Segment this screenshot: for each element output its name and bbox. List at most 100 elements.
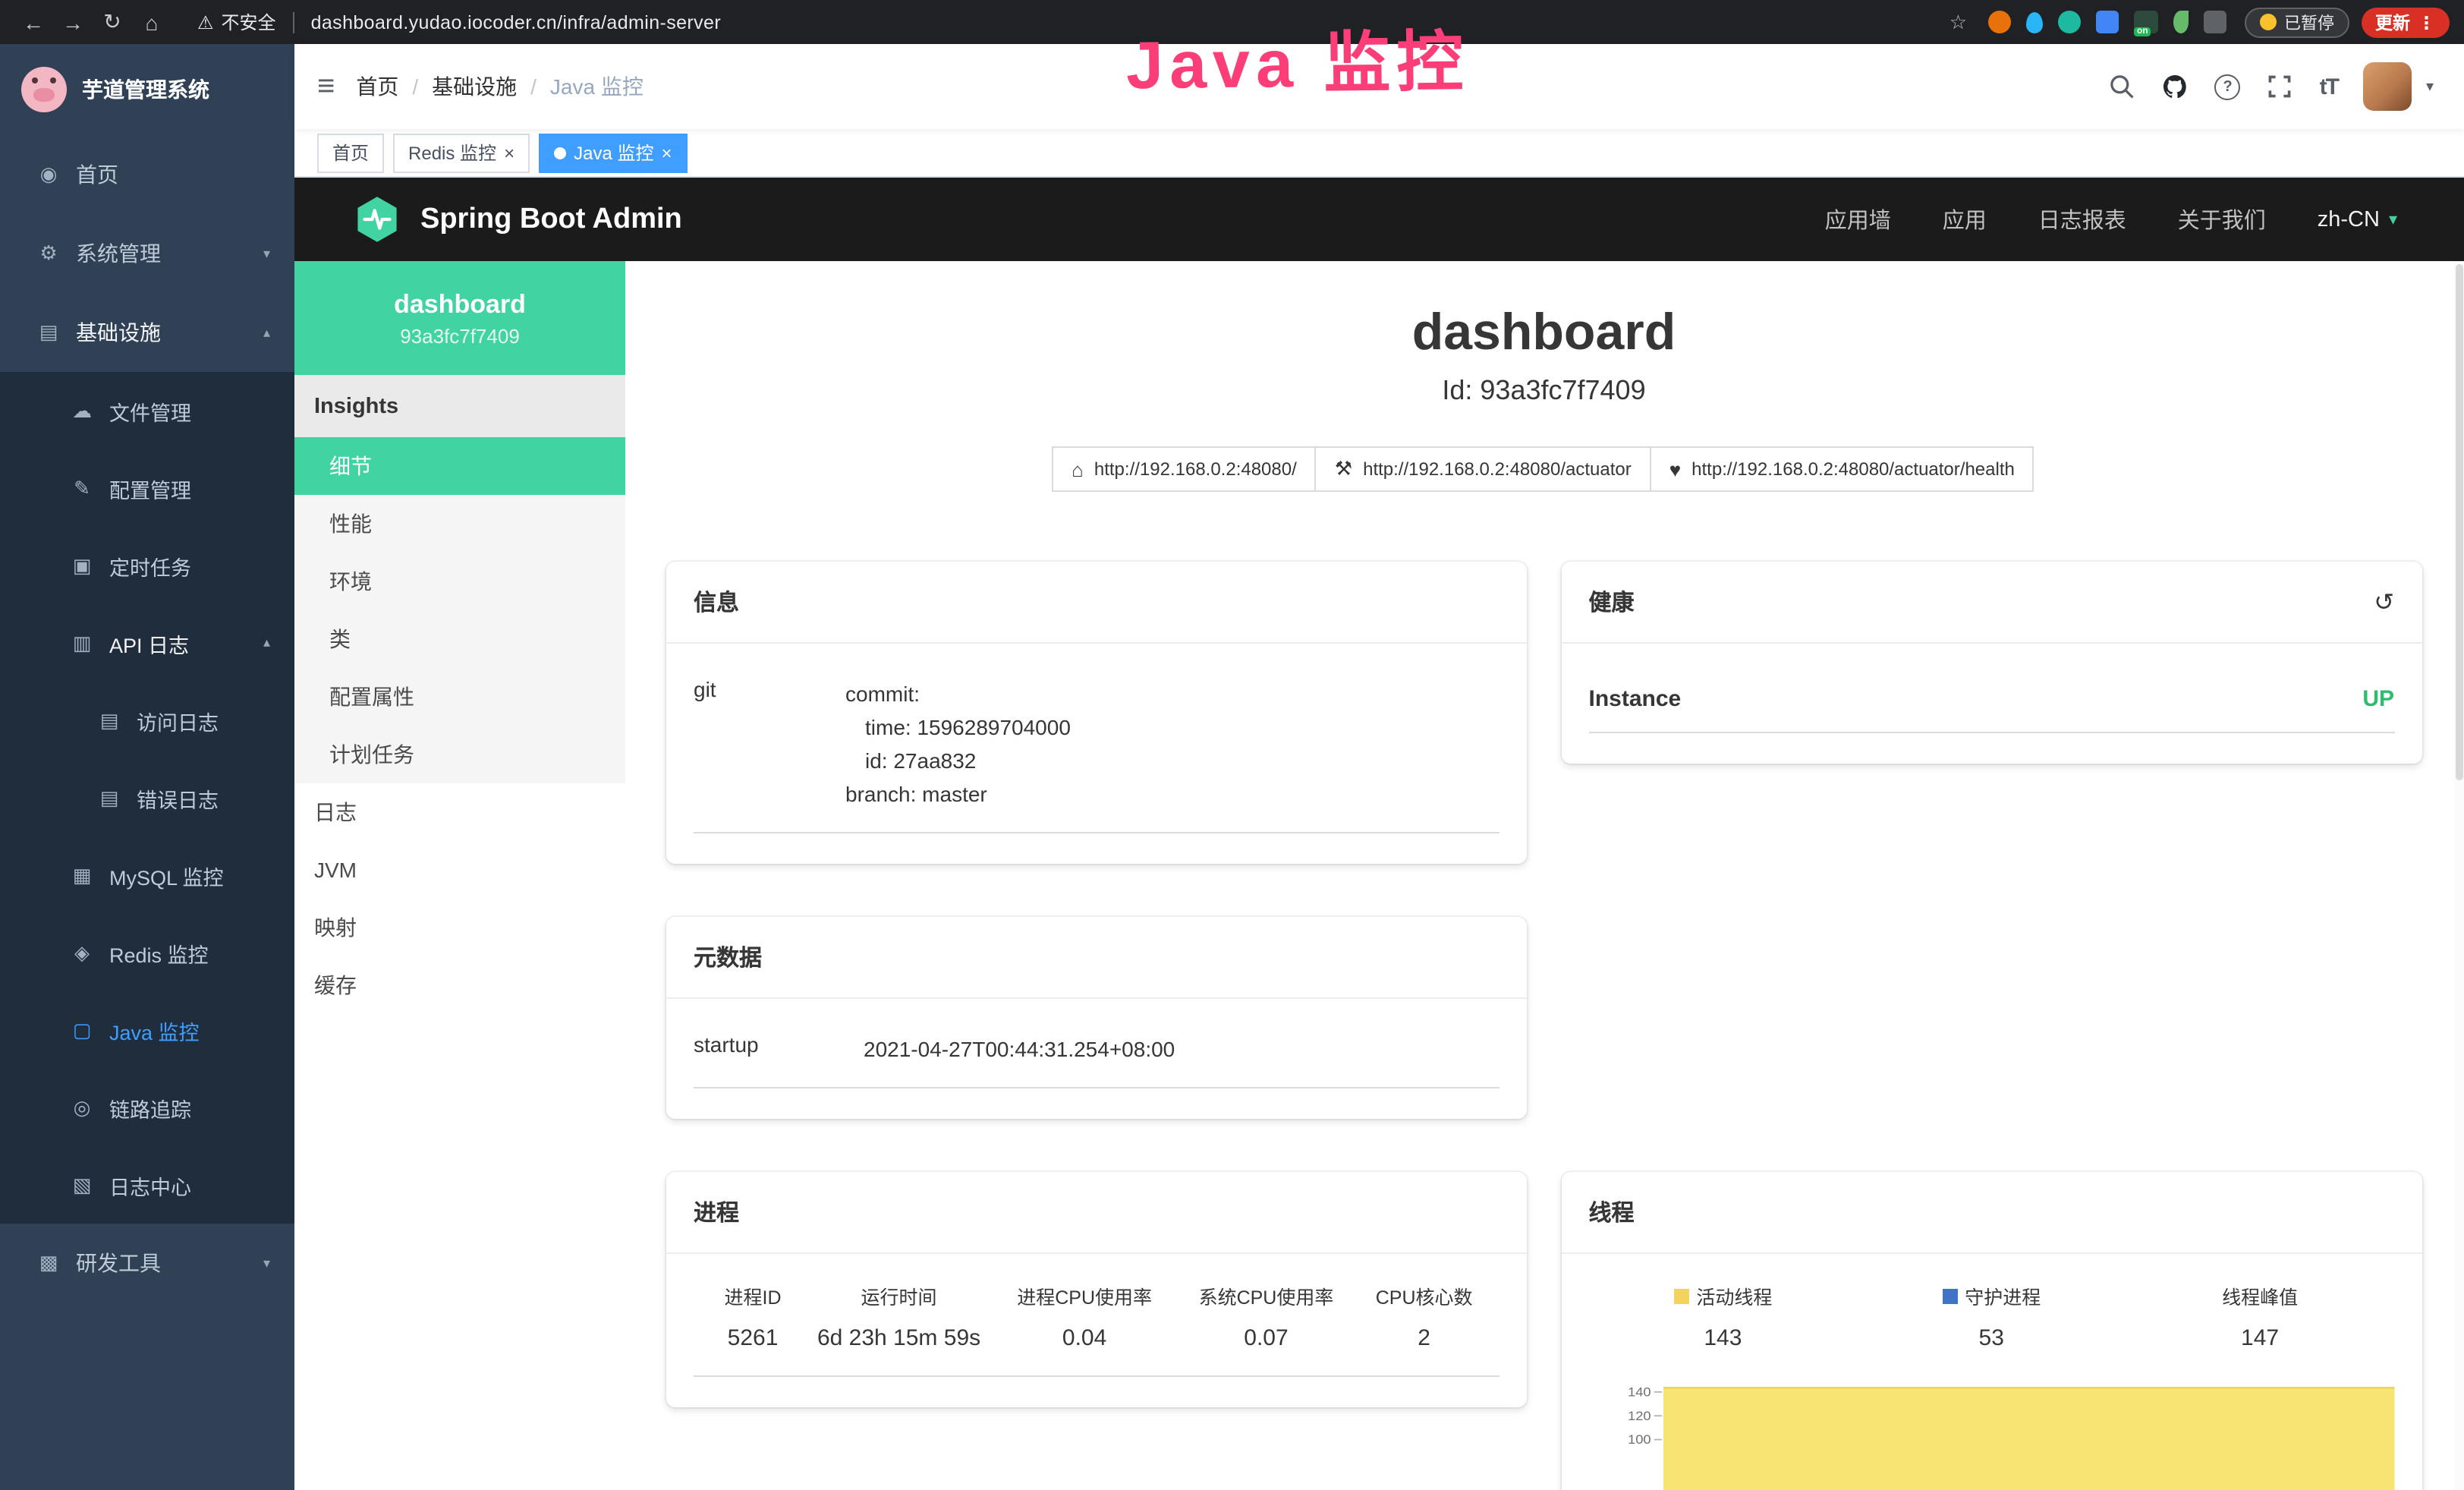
- sidebar-item-tracing[interactable]: ◎ 链路追踪: [0, 1069, 294, 1146]
- extension-icon-teal[interactable]: [2058, 11, 2081, 33]
- sidebar-item-dev-tools[interactable]: ▩ 研发工具 ▾: [0, 1224, 294, 1303]
- svg-text:140: 140: [1628, 1384, 1651, 1399]
- extension-icon-leaf[interactable]: [2173, 11, 2189, 33]
- tags-view: 首页 Redis 监控 × Java 监控 ×: [294, 129, 2464, 178]
- instance-home-link[interactable]: ⌂ http://192.168.0.2:48080/: [1052, 446, 1317, 492]
- home-icon[interactable]: ⌂: [134, 10, 170, 34]
- bookmark-star-icon[interactable]: ☆: [1949, 10, 1967, 34]
- app-logo[interactable]: 芋道管理系统: [0, 44, 294, 135]
- link-url: http://192.168.0.2:48080/: [1094, 458, 1297, 480]
- extension-icon-puzzle[interactable]: [2204, 11, 2226, 33]
- font-size-icon[interactable]: tT: [2320, 74, 2338, 99]
- reload-icon[interactable]: ↻: [94, 9, 131, 35]
- sba-nav-applications[interactable]: 应用: [1943, 203, 1987, 235]
- sidebar-item-config-management[interactable]: ✎ 配置管理: [0, 449, 294, 527]
- sidebar-item-file-management[interactable]: ☁ 文件管理: [0, 372, 294, 449]
- sba-item-logs[interactable]: 日志: [294, 783, 625, 841]
- instance-id: 93a3fc7f7409: [400, 324, 520, 347]
- chevron-up-icon: ▴: [263, 324, 270, 341]
- fullscreen-icon[interactable]: [2267, 73, 2294, 100]
- chevron-down-icon[interactable]: ▾: [2426, 78, 2434, 95]
- instance-actuator-link[interactable]: ⚒ http://192.168.0.2:48080/actuator: [1315, 446, 1651, 492]
- breadcrumb-home[interactable]: 首页: [356, 71, 398, 102]
- chevron-up-icon: ▴: [263, 635, 270, 651]
- sba-instance-header[interactable]: dashboard 93a3fc7f7409: [294, 261, 625, 375]
- sidebar-item-error-log[interactable]: ▤ 错误日志: [0, 759, 294, 836]
- sidebar-item-home[interactable]: ◉ 首页: [0, 135, 294, 214]
- security-chip[interactable]: ⚠ 不安全: [197, 9, 276, 35]
- tab-java-monitor[interactable]: Java 监控 ×: [539, 133, 687, 172]
- github-icon[interactable]: [2162, 73, 2189, 100]
- tab-home[interactable]: 首页: [317, 133, 384, 172]
- extension-icon-on-switch[interactable]: on: [2134, 11, 2158, 33]
- history-icon[interactable]: ↺: [2374, 587, 2394, 617]
- security-label: 不安全: [222, 9, 276, 35]
- extension-icon-blue-grid[interactable]: [2096, 11, 2119, 33]
- divider: [293, 11, 294, 33]
- sba-item-mappings[interactable]: 映射: [294, 899, 625, 956]
- smiley-icon: [2260, 14, 2277, 30]
- sba-menu: 应用墙 应用 日志报表 关于我们 zh-CN ▾: [1825, 203, 2397, 235]
- link-url: http://192.168.0.2:48080/actuator/health: [1691, 458, 2015, 480]
- trace-icon: ◎: [70, 1095, 94, 1120]
- sidebar-item-scheduled-tasks[interactable]: ▣ 定时任务: [0, 527, 294, 604]
- col-header: 系统CPU使用率: [1183, 1281, 1349, 1310]
- log-icon: ▥: [70, 631, 94, 655]
- svg-text:100: 100: [1628, 1432, 1651, 1447]
- info-card-title: 信息: [666, 562, 1527, 644]
- user-avatar[interactable]: [2364, 62, 2412, 111]
- close-icon[interactable]: ×: [504, 143, 515, 162]
- legend-swatch-blue: [1942, 1288, 1957, 1303]
- sidebar-item-mysql-monitor[interactable]: ▦ MySQL 监控: [0, 836, 294, 914]
- sidebar-item-infrastructure[interactable]: ▤ 基础设施 ▴: [0, 293, 294, 372]
- breadcrumb-infrastructure[interactable]: 基础设施: [432, 71, 517, 102]
- tab-redis-monitor[interactable]: Redis 监控 ×: [393, 133, 530, 172]
- health-instance-row[interactable]: Instance UP: [1589, 686, 2395, 733]
- scrollbar-track[interactable]: [2453, 261, 2464, 1490]
- update-label: 更新: [2375, 10, 2410, 34]
- paused-badge[interactable]: 已暂停: [2245, 7, 2349, 37]
- breadcrumb-current: Java 监控: [550, 71, 644, 102]
- sba-locale-selector[interactable]: zh-CN ▾: [2318, 207, 2397, 232]
- close-icon[interactable]: ×: [661, 143, 672, 162]
- cell-value: 0.07: [1183, 1325, 1349, 1351]
- sba-nav-wallboard[interactable]: 应用墙: [1825, 203, 1891, 235]
- extension-icon-orange[interactable]: [1988, 11, 2011, 33]
- cell-value: 143: [1589, 1325, 1858, 1351]
- process-card-title: 进程: [666, 1172, 1527, 1254]
- sba-nav-journal[interactable]: 日志报表: [2038, 203, 2126, 235]
- back-icon[interactable]: ←: [15, 10, 52, 34]
- breadcrumb: 首页 / 基础设施 / Java 监控: [356, 71, 644, 102]
- sba-item-environment[interactable]: 环境: [294, 553, 625, 610]
- sba-nav-about[interactable]: 关于我们: [2178, 203, 2266, 235]
- sba-item-classes[interactable]: 类: [294, 610, 625, 668]
- sba-item-config-props[interactable]: 配置属性: [294, 668, 625, 726]
- sidebar-item-api-log[interactable]: ▥ API 日志 ▴: [0, 604, 294, 682]
- sba-item-jvm[interactable]: JVM: [294, 841, 625, 899]
- scrollbar-thumb[interactable]: [2455, 264, 2462, 780]
- address-bar[interactable]: dashboard.yudao.iocoder.cn/infra/admin-s…: [311, 11, 722, 33]
- tools-icon: ▩: [36, 1251, 61, 1275]
- sba-main-content: dashboard Id: 93a3fc7f7409 ⌂ http://192.…: [625, 261, 2464, 1490]
- sba-item-caches[interactable]: 缓存: [294, 956, 625, 1014]
- sidebar-item-system[interactable]: ⚙ 系统管理 ▾: [0, 214, 294, 293]
- info-card: 信息 git commit: time: 1596289704000 id: 2…: [666, 562, 1527, 864]
- browser-update-button[interactable]: 更新 ⋮: [2362, 7, 2449, 37]
- sidebar-item-redis-monitor[interactable]: ◈ Redis 监控: [0, 914, 294, 991]
- sidebar-item-java-monitor[interactable]: ▢ Java 监控: [0, 991, 294, 1069]
- sba-item-details[interactable]: 细节: [294, 437, 625, 495]
- help-icon[interactable]: ?: [2215, 74, 2241, 99]
- info-git-row: git commit: time: 1596289704000 id: 27aa…: [694, 677, 1499, 833]
- app-title: 芋道管理系统: [82, 74, 209, 105]
- search-icon[interactable]: [2109, 73, 2136, 100]
- sidebar-item-log-center[interactable]: ▧ 日志中心: [0, 1146, 294, 1224]
- forward-icon[interactable]: →: [55, 10, 91, 34]
- instance-health-link[interactable]: ♥ http://192.168.0.2:48080/actuator/heal…: [1650, 446, 2034, 492]
- extension-icon-drop[interactable]: [2026, 11, 2043, 33]
- sidebar-item-access-log[interactable]: ▤ 访问日志: [0, 682, 294, 759]
- sba-item-scheduled-tasks[interactable]: 计划任务: [294, 726, 625, 783]
- sba-item-metrics[interactable]: 性能: [294, 495, 625, 553]
- hamburger-icon[interactable]: ≡: [317, 69, 335, 104]
- threads-legend: 活动线程 守护进程 线程峰值 143: [1589, 1281, 2395, 1351]
- sba-brand[interactable]: Spring Boot Admin: [352, 194, 682, 244]
